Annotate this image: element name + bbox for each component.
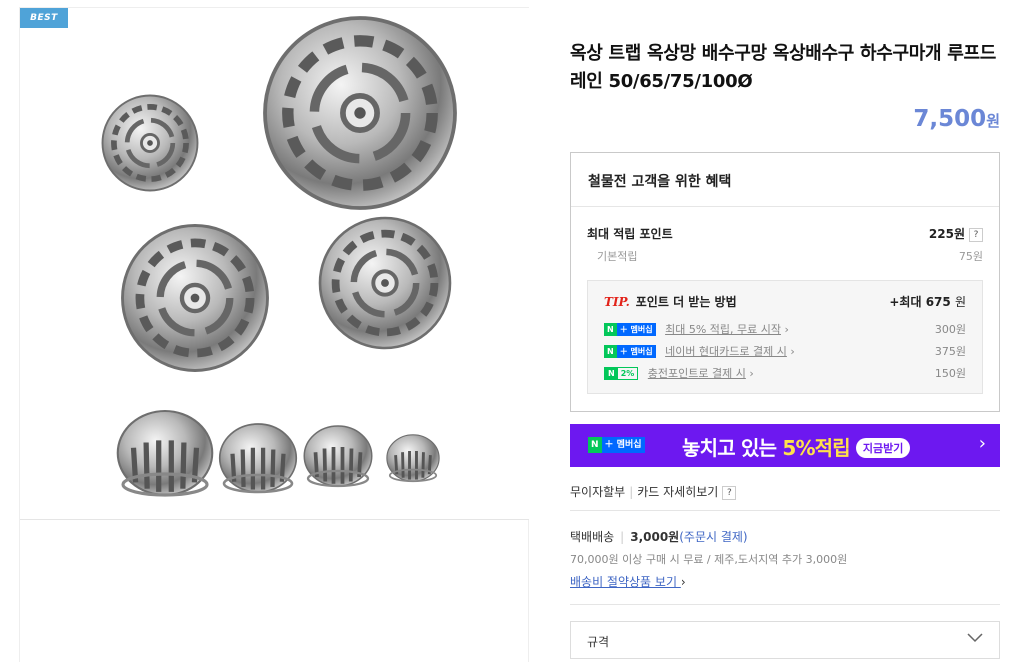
naver-n-icon: N bbox=[604, 345, 617, 358]
shipping-condition: 70,000원 이상 구매 시 무료 / 제주,도서지역 추가 3,000원 bbox=[570, 553, 848, 566]
tip-title-text: 포인트 더 받는 방법 bbox=[635, 295, 737, 309]
interest-free-link[interactable]: 무이자할부 bbox=[570, 485, 625, 499]
chevron-right-icon: › bbox=[790, 345, 795, 358]
naver-membership-badge: N ＋ 멤버십 bbox=[604, 323, 656, 336]
basic-points-label: 기본적립 bbox=[597, 250, 638, 263]
membership-label: ＋ 멤버십 bbox=[601, 437, 645, 453]
membership-label: ＋ 멤버십 bbox=[616, 345, 656, 358]
max-points-value: 225원 bbox=[928, 227, 965, 241]
chevron-right-icon: › bbox=[978, 433, 986, 454]
naver-membership-badge: N ＋ 멤버십 bbox=[604, 345, 656, 358]
tip-max-unit: 원 bbox=[954, 295, 966, 309]
banner-text: 놓치고 있는 5%적립 지금받기 bbox=[682, 432, 911, 461]
chevron-right-icon: › bbox=[784, 323, 789, 336]
basic-points-row: 기본적립 75원 bbox=[587, 248, 983, 264]
chevron-right-icon: › bbox=[680, 575, 686, 589]
basic-points-value: 75원 bbox=[958, 250, 983, 263]
naver-membership-badge: N ＋ 멤버십 bbox=[588, 437, 645, 453]
tip-word: TIP. bbox=[604, 295, 630, 309]
benefit-header: 철물전 고객을 위한 혜택 bbox=[571, 153, 999, 207]
tip-row-amount: 375원 bbox=[934, 345, 966, 358]
tip-row[interactable]: N 2% 충전포인트로 결제 시 › 150원 bbox=[604, 365, 966, 381]
membership-label: ＋ 멤버십 bbox=[616, 323, 656, 336]
membership-banner[interactable]: N ＋ 멤버십 놓치고 있는 5%적립 지금받기 › bbox=[570, 424, 1000, 467]
naver-n-icon: N bbox=[605, 368, 618, 379]
tip-row-label[interactable]: 최대 5% 적립, 무료 시작 bbox=[665, 323, 781, 336]
shipping-saver-label[interactable]: 배송비 절약상품 보기 bbox=[570, 575, 677, 589]
max-points-row: 최대 적립 포인트 225원? bbox=[587, 225, 983, 242]
separator: | bbox=[620, 530, 625, 544]
benefit-box: 철물전 고객을 위한 혜택 최대 적립 포인트 225원? 기본적립 75원 T… bbox=[570, 152, 1000, 412]
chevron-down-icon bbox=[967, 632, 983, 646]
naver-n-icon: N bbox=[588, 437, 602, 453]
chevron-right-icon: › bbox=[749, 367, 754, 380]
tip-box: TIP. 포인트 더 받는 방법 +최대 675 원 N ＋ 멤버십 최대 5% 적… bbox=[587, 280, 983, 394]
option-label: 규격 bbox=[587, 635, 610, 649]
help-icon[interactable]: ? bbox=[722, 486, 737, 500]
payment-links: 무이자할부 | 카드 자세히보기? bbox=[570, 483, 737, 500]
product-title: 옥상 트랩 옥상망 배수구망 옥상배수구 하수구마개 루프드레인 50/65/7… bbox=[570, 43, 997, 92]
tip-max: +최대 675 원 bbox=[889, 293, 966, 310]
product-price: 7,500원 bbox=[913, 106, 1000, 132]
naver-pay-badge: N 2% bbox=[604, 367, 639, 380]
percent-label: 2% bbox=[620, 369, 635, 378]
price-value: 7,500 bbox=[913, 106, 987, 132]
divider bbox=[570, 510, 1000, 511]
tip-max-value: 675 bbox=[925, 295, 951, 309]
product-image[interactable]: BEST bbox=[20, 8, 529, 520]
shipping-saver-link[interactable]: 배송비 절약상품 보기 › bbox=[570, 573, 686, 590]
best-badge: BEST bbox=[20, 8, 68, 28]
drain-strainer-image bbox=[20, 8, 529, 520]
shipping-info: 택배배송 | 3,000원(주문시 결제) bbox=[570, 528, 748, 545]
price-unit: 원 bbox=[986, 112, 1000, 130]
tip-max-label: +최대 bbox=[889, 295, 922, 309]
tip-row-amount: 300원 bbox=[934, 323, 966, 336]
help-icon[interactable]: ? bbox=[969, 228, 983, 242]
card-detail-link[interactable]: 카드 자세히보기 bbox=[637, 485, 718, 499]
shipping-label: 택배배송 bbox=[570, 530, 615, 544]
divider bbox=[570, 604, 1000, 605]
tip-row[interactable]: N ＋ 멤버십 네이버 현대카드로 결제 시 › 375원 bbox=[604, 343, 966, 359]
tip-row[interactable]: N ＋ 멤버십 최대 5% 적립, 무료 시작 › 300원 bbox=[604, 321, 966, 337]
tip-row-label[interactable]: 네이버 현대카드로 결제 시 bbox=[665, 345, 787, 358]
tip-row-label[interactable]: 충전포인트로 결제 시 bbox=[648, 367, 746, 380]
get-now-button[interactable]: 지금받기 bbox=[855, 438, 911, 458]
tip-title: TIP. 포인트 더 받는 방법 bbox=[604, 293, 737, 310]
separator: | bbox=[629, 485, 634, 499]
banner-text-pre: 놓치고 있는 bbox=[682, 436, 783, 460]
product-image-panel: BEST bbox=[19, 7, 529, 662]
option-select[interactable]: 규격 bbox=[570, 621, 1000, 659]
shipping-fee: 3,000원 bbox=[630, 530, 680, 544]
naver-n-icon: N bbox=[604, 323, 617, 336]
max-points-label: 최대 적립 포인트 bbox=[587, 227, 673, 241]
tip-row-amount: 150원 bbox=[934, 367, 966, 380]
banner-highlight: 5%적립 bbox=[782, 436, 850, 460]
shipping-fee-note: (주문시 결제) bbox=[679, 530, 748, 544]
